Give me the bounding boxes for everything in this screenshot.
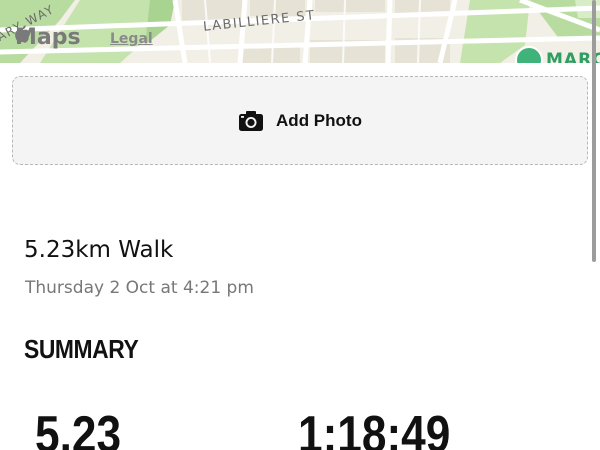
- poi-marker-icon: [515, 46, 543, 63]
- apple-maps-logo: Maps: [14, 25, 81, 50]
- legal-link[interactable]: Legal: [110, 31, 153, 47]
- activity-date: Thursday 2 Oct at 4:21 pm: [25, 278, 254, 298]
- map-poi: MARC: [515, 46, 600, 63]
- summary-heading: SUMMARY: [24, 334, 139, 364]
- distance-value: 5.23: [35, 406, 122, 450]
- map-preview[interactable]: ARY WAY LABILLIERE ST Maps Legal MARC: [0, 0, 600, 63]
- activity-title: 5.23km Walk: [24, 237, 174, 263]
- scrollbar[interactable]: [592, 0, 596, 262]
- camera-icon: [238, 110, 264, 132]
- add-photo-button[interactable]: Add Photo: [12, 76, 588, 165]
- duration-value: 1:18:49: [298, 406, 451, 450]
- add-photo-label: Add Photo: [276, 110, 362, 130]
